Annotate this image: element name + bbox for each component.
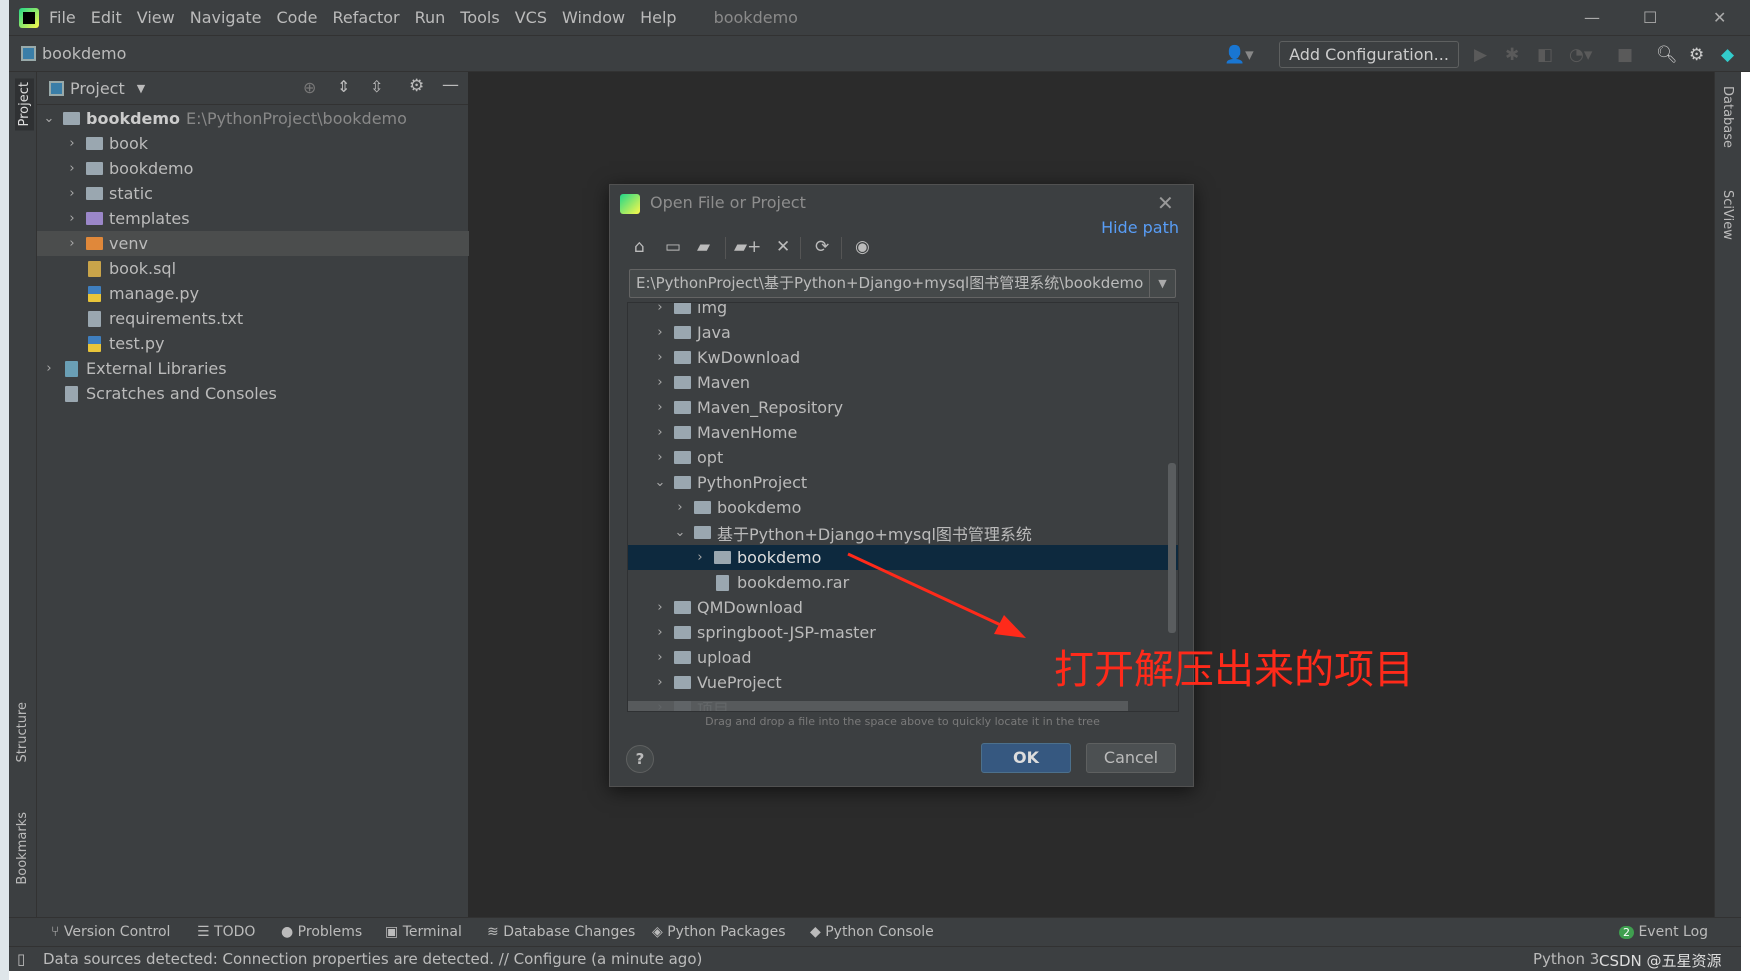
annotation-arrow [847, 552, 1026, 638]
annotation-text: 打开解压出来的项目 [1054, 647, 1414, 693]
